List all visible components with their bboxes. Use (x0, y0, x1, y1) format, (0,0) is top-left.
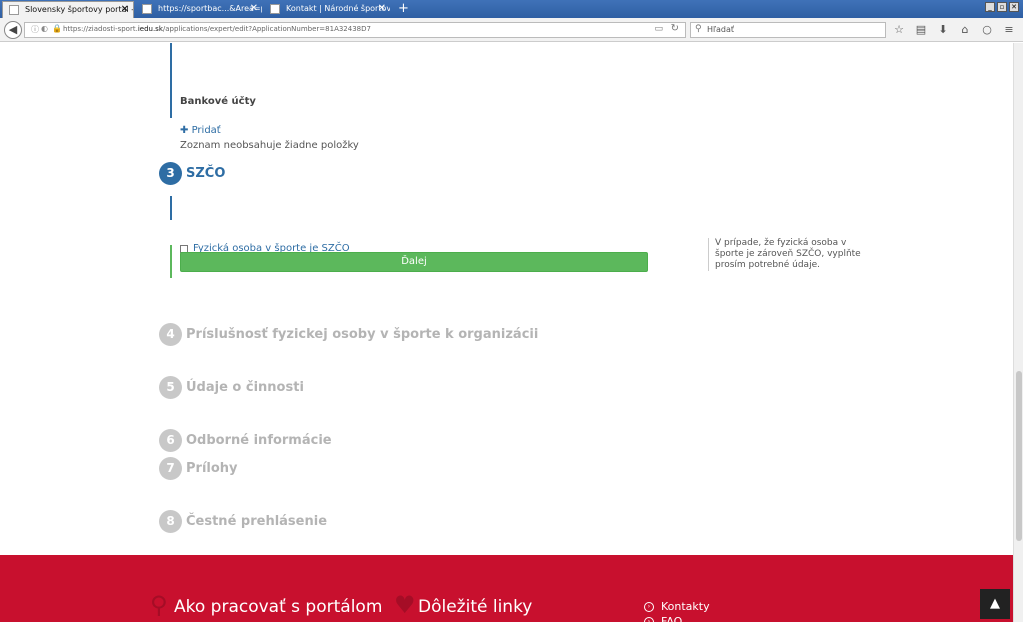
url-text[interactable]: https://ziadosti-sport.iedu.sk/applicati… (63, 25, 371, 33)
lock-icon: 🔒 (52, 24, 62, 33)
add-label: Pridať (191, 125, 221, 136)
footer-links: › Kontakty › FAQ (644, 599, 710, 622)
toolbar-icons: ☆ ▤ ⬇ ⌂ ○ ≡ (892, 22, 1016, 38)
step-label: Prílohy (186, 461, 238, 476)
step-label: Údaje o činnosti (186, 380, 304, 395)
link-label: FAQ (661, 615, 683, 622)
tab-title: Kontakt | Národné športové centr... (286, 4, 390, 13)
back-icon[interactable]: ◀ (4, 21, 22, 39)
add-bank-account-link[interactable]: ✚ Pridať (180, 125, 221, 136)
step-label: Príslušnosť fyzickej osoby v športe k or… (186, 327, 539, 342)
info-icon[interactable]: ⓘ (31, 24, 39, 35)
chat-icon[interactable]: ○ (980, 22, 994, 38)
shield-icon: ◐ (41, 24, 48, 33)
scrollbar-thumb[interactable] (1016, 371, 1022, 541)
help-text: V prípade, že fyzická osoba v športe je … (708, 238, 868, 271)
page-icon (142, 4, 152, 14)
tab-title: Slovensky športovy portal - P... (25, 5, 134, 14)
step-8[interactable]: 8 Čestné prehlásenie (159, 510, 327, 533)
new-tab-icon[interactable]: + (398, 0, 409, 17)
window-controls: _ ▫ ✕ (985, 2, 1019, 12)
footer-col2-title: Dôležité linky (418, 597, 533, 617)
section-divider (170, 196, 172, 220)
step-5[interactable]: 5 Údaje o činnosti (159, 376, 304, 399)
search-input[interactable]: ⚲ Hľadať (690, 22, 886, 38)
browser-nav-bar: ◀ ⓘ ◐ 🔒 https://ziadosti-sport.iedu.sk/a… (0, 18, 1023, 42)
close-icon[interactable]: ✕ (378, 1, 386, 17)
plus-icon: ✚ (180, 125, 189, 136)
search-icon: ⚲ (695, 24, 702, 34)
footer-link-faq[interactable]: › FAQ (644, 614, 710, 622)
close-window-icon[interactable]: ✕ (1009, 2, 1019, 12)
menu-icon[interactable]: ≡ (1002, 22, 1016, 38)
step-label: Odborné informácie (186, 433, 332, 448)
close-icon[interactable]: ✕ (250, 1, 258, 17)
chevron-right-icon: › (644, 601, 654, 612)
next-button[interactable]: Ďalej (180, 252, 648, 272)
step-number: 5 (159, 376, 182, 399)
reload-icon[interactable]: ↻ (671, 23, 679, 34)
browser-tab-strip: Slovensky športovy portal - P... ✕ https… (0, 0, 1023, 18)
step-number: 8 (159, 510, 182, 533)
empty-list-text: Zoznam neobsahuje žiadne položky (180, 140, 359, 151)
scroll-to-top-button[interactable]: ▲ (980, 589, 1010, 619)
search-placeholder: Hľadať (707, 25, 735, 34)
page-icon (270, 4, 280, 14)
bookmark-star-icon[interactable]: ☆ (892, 22, 906, 38)
footer-link-kontakty[interactable]: › Kontakty (644, 599, 710, 614)
footer-col1-title: Ako pracovať s portálom (174, 597, 383, 617)
bank-accounts-title: Bankové účty (180, 96, 256, 107)
page-content: Bankové účty ✚ Pridať Zoznam neobsahuje … (0, 43, 1013, 555)
footer-important-links[interactable]: ♥ Dôležité linky (394, 591, 533, 619)
tab-sportbac[interactable]: https://sportbac...&Area=personlist ✕ (136, 1, 262, 18)
step-4[interactable]: 4 Príslušnosť fyzickej osoby v športe k … (159, 323, 538, 346)
tab-kontakt[interactable]: Kontakt | Národné športové centr... ✕ (264, 1, 390, 18)
step-6[interactable]: 6 Odborné informácie (159, 429, 332, 452)
section-divider-green (170, 245, 172, 278)
step-3-szco[interactable]: 3 SZČO (159, 162, 225, 185)
url-bar[interactable]: ⓘ ◐ 🔒 https://ziadosti-sport.iedu.sk/app… (24, 22, 686, 38)
step-label: Čestné prehlásenie (186, 514, 328, 529)
footer: ⚲ Ako pracovať s portálom ♥ Dôležité lin… (0, 555, 1013, 622)
heartbeat-icon: ♥ (394, 591, 416, 619)
download-icon[interactable]: ⬇ (936, 22, 950, 38)
maximize-icon[interactable]: ▫ (997, 2, 1007, 12)
page-icon (9, 5, 19, 15)
home-icon[interactable]: ⌂ (958, 22, 972, 38)
step-number: 6 (159, 429, 182, 452)
step-number: 4 (159, 323, 182, 346)
bookmarks-list-icon[interactable]: ▤ (914, 22, 928, 38)
section-divider (170, 43, 172, 118)
reader-view-icon[interactable]: ▭ (654, 24, 663, 34)
magnifier-icon: ⚲ (150, 591, 168, 619)
close-icon[interactable]: ✕ (121, 2, 129, 18)
step-label: SZČO (186, 166, 226, 181)
tab-slovensky-portal[interactable]: Slovensky športovy portal - P... ✕ (2, 1, 134, 18)
page-scrollbar[interactable] (1013, 43, 1023, 622)
minimize-icon[interactable]: _ (985, 2, 995, 12)
chevron-right-icon: › (644, 616, 654, 622)
step-number: 7 (159, 457, 182, 480)
tab-title: https://sportbac...&Area=personlist (158, 4, 262, 13)
step-number: 3 (159, 162, 182, 185)
footer-how-to[interactable]: ⚲ Ako pracovať s portálom (150, 591, 383, 619)
link-label: Kontakty (661, 600, 710, 613)
step-7[interactable]: 7 Prílohy (159, 457, 238, 480)
